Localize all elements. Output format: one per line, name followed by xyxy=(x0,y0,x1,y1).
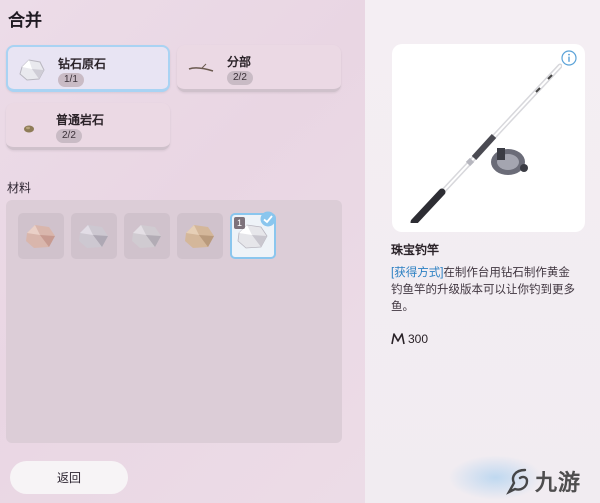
material-slot[interactable] xyxy=(71,213,117,259)
item-description: [获得方式]在制作台用钻石制作黄金钓鱼竿的升级版本可以让你钓到更多鱼。 xyxy=(391,265,581,316)
branch-icon xyxy=(188,63,214,72)
pink-stone-icon xyxy=(26,225,55,248)
recipe-name: 钻石原石 xyxy=(58,57,107,71)
diamond-ore-icon xyxy=(19,59,45,81)
recipe-name: 分部 xyxy=(227,55,252,69)
back-button[interactable]: 返回 xyxy=(10,461,128,494)
recipe-count: 1/1 xyxy=(58,73,84,87)
price-value: 300 xyxy=(408,332,429,346)
material-slot[interactable] xyxy=(18,213,64,259)
acquire-method-label: [获得方式] xyxy=(391,267,444,279)
tan-stone-icon xyxy=(185,225,214,248)
materials-area: 1 xyxy=(6,200,342,443)
gray-stone-icon xyxy=(79,225,108,248)
material-slot[interactable] xyxy=(177,213,223,259)
material-slot[interactable] xyxy=(124,213,170,259)
left-panel: 合并 钻石原石 1/1 分部 2/2 普通岩石 2/2 材料 1 返回 xyxy=(0,0,365,503)
recipe-card-branch[interactable]: 分部 2/2 xyxy=(177,45,341,92)
fishing-rod-icon xyxy=(410,63,562,223)
check-icon xyxy=(260,211,276,227)
item-name: 珠宝钓竿 xyxy=(391,243,440,257)
watermark-text: 九游 xyxy=(535,470,582,495)
recipe-name: 普通岩石 xyxy=(56,113,105,127)
material-slot-selected[interactable]: 1 xyxy=(230,211,276,259)
page-title: 合并 xyxy=(8,11,42,30)
slot-count-badge: 1 xyxy=(234,217,245,229)
recipe-card-diamond-ore[interactable]: 钻石原石 1/1 xyxy=(6,45,170,92)
item-price: 300 xyxy=(391,331,428,347)
info-icon[interactable] xyxy=(561,50,577,66)
gray-stone-icon xyxy=(132,225,161,248)
common-rock-icon xyxy=(24,125,34,133)
currency-icon xyxy=(391,333,405,345)
recipe-card-common-rock[interactable]: 普通岩石 2/2 xyxy=(6,103,170,150)
materials-label: 材料 xyxy=(7,181,32,195)
recipe-count: 2/2 xyxy=(227,71,253,85)
watermark-logo: 九游 xyxy=(505,463,581,499)
jiuyou-logo-icon xyxy=(506,468,529,495)
item-preview-card xyxy=(392,44,585,232)
recipe-count: 2/2 xyxy=(56,129,82,143)
